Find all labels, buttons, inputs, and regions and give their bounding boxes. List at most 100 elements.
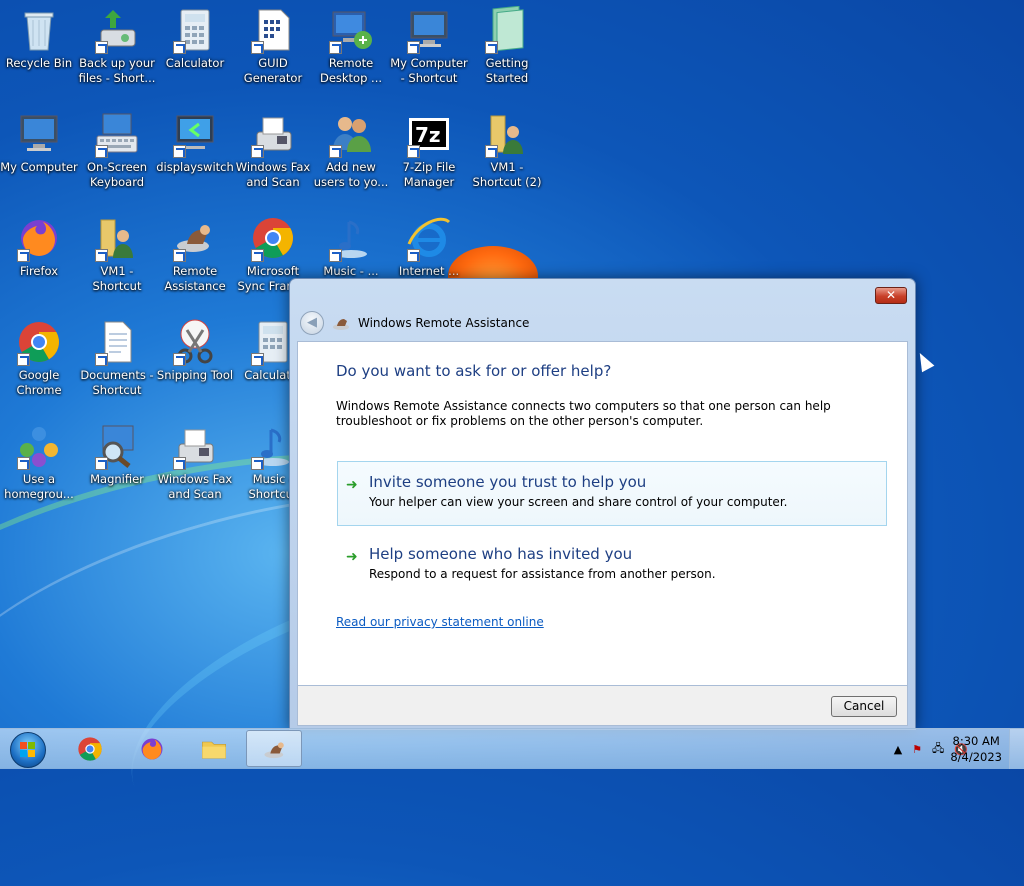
taskbar-file-explorer[interactable] bbox=[186, 730, 242, 767]
desktop-icon-label: Internet ... bbox=[398, 264, 460, 278]
desktop-icon-label: Firefox bbox=[19, 264, 59, 278]
desktop-icon-google-chrome[interactable]: Google Chrome bbox=[0, 318, 78, 398]
help-someone-option[interactable]: ➜ Help someone who has invited you Respo… bbox=[337, 533, 887, 598]
homegroup-icon bbox=[15, 422, 63, 470]
desktop-icon-windows-fax-and-scan[interactable]: Windows Fax and Scan bbox=[234, 110, 312, 190]
dialog-description: Windows Remote Assistance connects two c… bbox=[336, 399, 831, 428]
desktop-icon-label: Recycle Bin bbox=[5, 56, 73, 70]
scissors-icon bbox=[171, 318, 219, 366]
desktop-icon-label: Windows Fax and Scan bbox=[157, 472, 233, 501]
privacy-statement-link[interactable]: Read our privacy statement online bbox=[336, 615, 544, 629]
back-button[interactable]: ◀ bbox=[300, 311, 324, 335]
desktop-icon-label: GUID Generator bbox=[243, 56, 303, 85]
remote-assistance-icon bbox=[264, 742, 284, 759]
desktop-icon-documents-shortcut[interactable]: Documents - Shortcut bbox=[78, 318, 156, 398]
chrome-icon bbox=[249, 214, 297, 262]
windows-logo-icon bbox=[10, 732, 46, 768]
invite-someone-option[interactable]: ➜ Invite someone you trust to help you Y… bbox=[337, 461, 887, 526]
fax-icon bbox=[171, 422, 219, 470]
desktop-icon-my-computer[interactable]: My Computer bbox=[0, 110, 78, 175]
close-icon: ✕ bbox=[885, 288, 897, 302]
desktop-icon-label: VM1 - Shortcut (2) bbox=[472, 160, 542, 189]
backup-icon bbox=[93, 6, 141, 54]
cancel-button[interactable]: Cancel bbox=[831, 696, 897, 717]
desktop-icon-remote-assistance[interactable]: Remote Assistance bbox=[156, 214, 234, 294]
recycle-bin-icon bbox=[15, 6, 63, 54]
taskbar-firefox[interactable] bbox=[124, 730, 180, 767]
remote-desktop-icon bbox=[327, 6, 375, 54]
network-icon[interactable]: 🖧 bbox=[932, 740, 944, 759]
desktop-icon-label: Music - ... bbox=[323, 264, 379, 278]
desktop-icon-firefox[interactable]: Firefox bbox=[0, 214, 78, 279]
ie-icon bbox=[405, 214, 453, 262]
desktop-icon-getting-started[interactable]: Getting Started bbox=[468, 6, 546, 86]
desktop-icon-magnifier[interactable]: Magnifier bbox=[78, 422, 156, 487]
desktop-icon-label: Remote Desktop ... bbox=[319, 56, 383, 85]
fax-icon bbox=[249, 110, 297, 158]
documents-icon bbox=[93, 318, 141, 366]
desktop-icon-internet-explorer[interactable]: Internet ... bbox=[390, 214, 468, 279]
desktop-icon-label: Back up your files - Short... bbox=[78, 56, 156, 85]
desktop-icon-windows-fax-and-scan-2[interactable]: Windows Fax and Scan bbox=[156, 422, 234, 502]
start-button[interactable] bbox=[6, 731, 50, 768]
desktop-icon-calculator[interactable]: Calculator bbox=[156, 6, 234, 71]
desktop-icon-label: My Computer bbox=[0, 160, 78, 174]
dialog-heading: Do you want to ask for or offer help? bbox=[336, 362, 612, 380]
desktop-icon-label: VM1 - Shortcut bbox=[92, 264, 142, 293]
desktop-icon-add-new-users[interactable]: Add new users to yo... bbox=[312, 110, 390, 190]
remote-assistance-icon bbox=[333, 319, 349, 330]
show-hidden-icons-icon[interactable]: ▲ bbox=[894, 743, 902, 756]
desktop-icon-label: Add new users to yo... bbox=[313, 160, 389, 189]
close-button[interactable]: ✕ bbox=[875, 287, 907, 304]
chrome-icon bbox=[15, 318, 63, 366]
desktop-icon-music[interactable]: Music - ... bbox=[312, 214, 390, 279]
document-icon bbox=[249, 6, 297, 54]
desktop-icon-label: Snipping Tool bbox=[156, 368, 234, 382]
desktop-icon-backup[interactable]: Back up your files - Short... bbox=[78, 6, 156, 86]
desktop-icon-label: Use a homegrou... bbox=[4, 472, 74, 501]
desktop-icon-label: Remote Assistance bbox=[164, 264, 226, 293]
clock-date: 8/4/2023 bbox=[950, 750, 1002, 764]
mouse-cursor-icon bbox=[913, 349, 935, 373]
desktop-icon-guid-generator[interactable]: GUID Generator bbox=[234, 6, 312, 86]
back-arrow-icon: ◀ bbox=[307, 315, 317, 330]
desktop-icon-on-screen-keyboard[interactable]: On-Screen Keyboard bbox=[78, 110, 156, 190]
desktop-icon-recycle-bin[interactable]: Recycle Bin bbox=[0, 6, 78, 71]
remote-assistance-dialog: ✕ ◀ Windows Remote Assistance Do you wan… bbox=[289, 278, 916, 730]
file-explorer-icon bbox=[202, 741, 226, 759]
folder-user-icon bbox=[93, 214, 141, 262]
folder-user-icon bbox=[483, 110, 531, 158]
desktop-icon-label: displayswitch bbox=[156, 160, 234, 174]
svg-text:7z: 7z bbox=[415, 123, 441, 147]
desktop-icon-homegroup[interactable]: Use a homegrou... bbox=[0, 422, 78, 502]
chrome-icon bbox=[78, 737, 102, 761]
computer-icon bbox=[15, 110, 63, 158]
desktop-icon-displayswitch[interactable]: displayswitch bbox=[156, 110, 234, 175]
desktop-icon-label: Windows Fax and Scan bbox=[235, 160, 311, 189]
desktop-icon-7zip[interactable]: 7z 7-Zip File Manager bbox=[390, 110, 468, 190]
desktop-icon-vm1-shortcut-2[interactable]: VM1 - Shortcut (2) bbox=[468, 110, 546, 190]
dialog-header: ◀ Windows Remote Assistance bbox=[300, 311, 529, 335]
desktop-icon-remote-desktop[interactable]: Remote Desktop ... bbox=[312, 6, 390, 86]
desktop-icon-vm1-shortcut[interactable]: VM1 - Shortcut bbox=[78, 214, 156, 294]
firefox-icon bbox=[141, 738, 163, 760]
taskbar-remote-assistance[interactable] bbox=[246, 730, 302, 767]
desktop-icon-label: Documents - Shortcut bbox=[80, 368, 154, 397]
taskbar-chrome[interactable] bbox=[62, 730, 118, 767]
clock-time: 8:30 AM bbox=[952, 734, 1000, 748]
show-desktop-button[interactable] bbox=[1009, 729, 1024, 769]
green-arrow-icon: ➜ bbox=[346, 549, 358, 565]
desktop-icon-my-computer-shortcut[interactable]: My Computer - Shortcut bbox=[390, 6, 468, 86]
taskbar-clock[interactable]: 8:30 AM 8/4/2023 bbox=[950, 733, 1002, 765]
option-title: Help someone who has invited you bbox=[369, 545, 633, 563]
7zip-icon: 7z bbox=[405, 110, 453, 158]
green-arrow-icon: ➜ bbox=[346, 477, 358, 493]
users-icon bbox=[327, 110, 375, 158]
firefox-icon bbox=[15, 214, 63, 262]
desktop-icon-label: 7-Zip File Manager bbox=[402, 160, 456, 189]
desktop-icon-label: On-Screen Keyboard bbox=[86, 160, 148, 189]
desktop-icon-snipping-tool[interactable]: Snipping Tool bbox=[156, 318, 234, 383]
dialog-footer: Cancel bbox=[297, 686, 908, 726]
display-icon bbox=[171, 110, 219, 158]
action-center-icon[interactable]: ⚑ bbox=[912, 743, 922, 756]
